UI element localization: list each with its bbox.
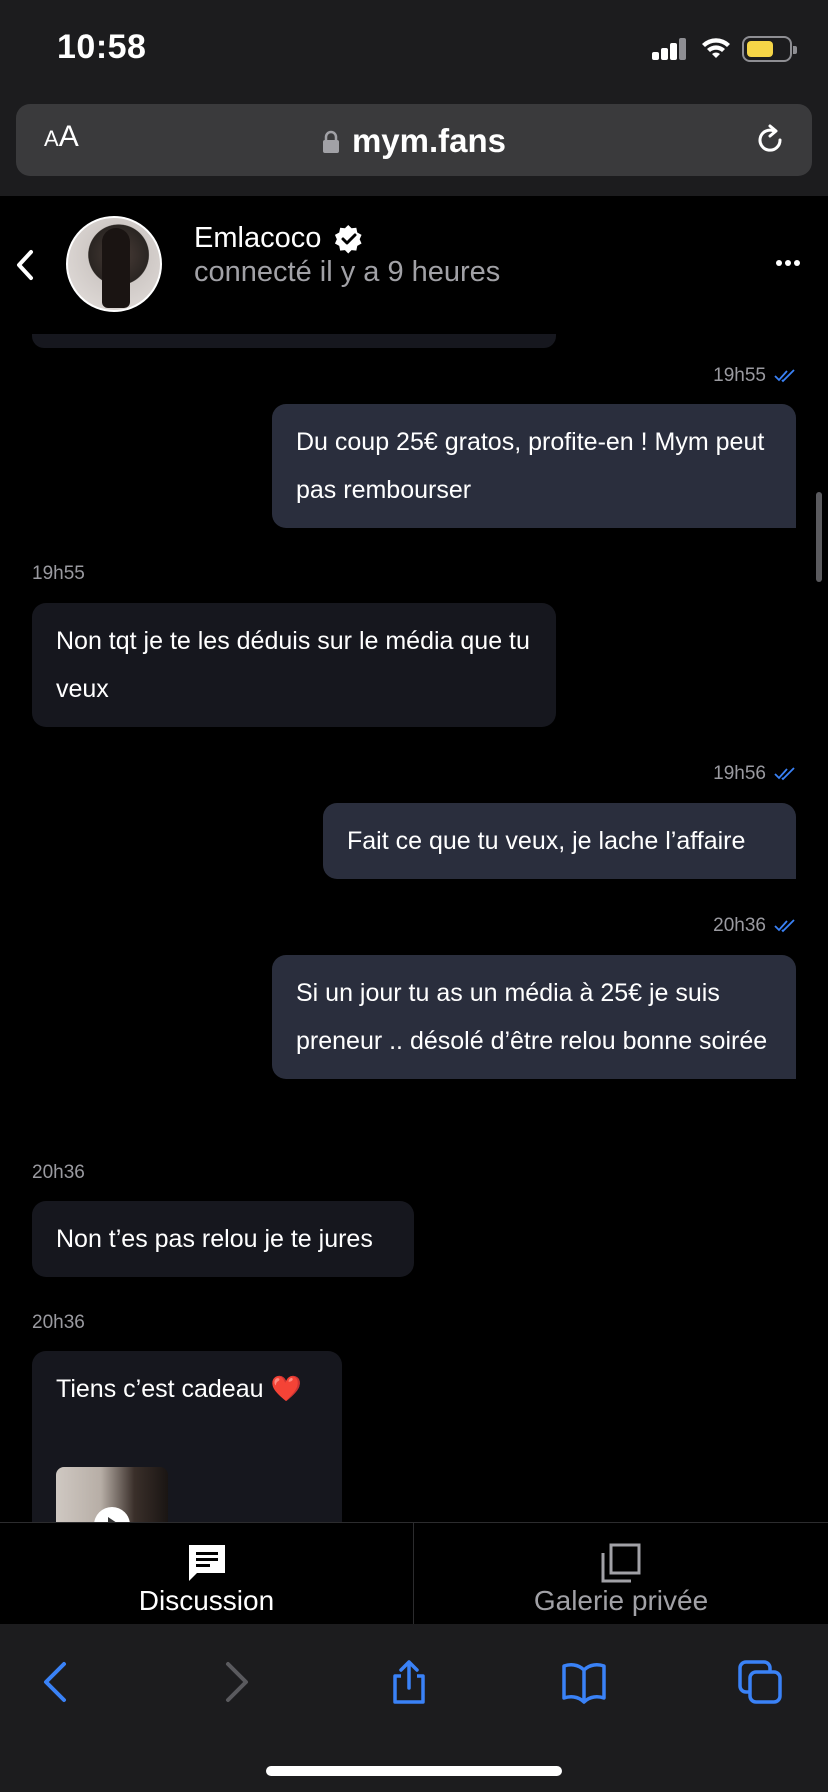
verified-icon xyxy=(334,224,362,254)
forward-icon[interactable] xyxy=(210,1658,258,1706)
previous-message-bubble xyxy=(32,334,556,348)
tab-label: Galerie privée xyxy=(533,1585,709,1616)
message-timestamp: 20h36 xyxy=(32,1312,85,1333)
message-timestamp: 20h36 xyxy=(32,1162,85,1183)
play-icon[interactable] xyxy=(94,1507,130,1522)
wifi-icon xyxy=(702,38,730,58)
message-text: Si un jour tu as un média à 25€ je suis … xyxy=(296,979,768,1055)
media-thumbnail[interactable] xyxy=(56,1467,168,1522)
contact-name[interactable]: Emlacoco xyxy=(194,222,321,255)
back-arrow-icon[interactable] xyxy=(14,248,36,282)
more-icon[interactable] xyxy=(776,260,800,268)
message-bubble[interactable]: Tiens c’est cadeau ❤️ xyxy=(32,1351,342,1522)
chat-messages[interactable]: 19h55 Du coup 25€ gratos, profite-en ! M… xyxy=(0,334,828,1522)
double-check-icon xyxy=(774,369,795,383)
tabs-icon[interactable] xyxy=(736,1658,784,1706)
chat-tab-bar: Discussion Galerie privée xyxy=(0,1522,828,1625)
home-indicator xyxy=(266,1766,562,1776)
message-text: Non t’es pas relou je te jures xyxy=(56,1225,373,1253)
contact-status: connecté il y a 9 heures xyxy=(194,256,501,288)
double-check-icon xyxy=(774,767,795,781)
avatar[interactable] xyxy=(66,216,162,312)
share-icon[interactable] xyxy=(385,1658,433,1706)
chat-header: Emlacoco connecté il y a 9 heures xyxy=(0,196,828,334)
reload-icon[interactable] xyxy=(752,122,788,158)
message-text: Tiens c’est cadeau ❤️ xyxy=(56,1375,302,1403)
tab-label: Discussion xyxy=(138,1585,275,1616)
message-bubble[interactable]: Du coup 25€ gratos, profite-en ! Mym peu… xyxy=(272,404,796,528)
message-text: Fait ce que tu veux, je lache l’affaire xyxy=(347,827,746,855)
browser-toolbar xyxy=(0,1624,828,1792)
bookmarks-icon[interactable] xyxy=(560,1658,608,1706)
message-timestamp: 20h36 xyxy=(713,915,796,937)
chat-icon xyxy=(188,1545,225,1581)
message-timestamp: 19h55 xyxy=(32,563,85,584)
tab-private-gallery[interactable]: Galerie privée xyxy=(414,1523,828,1625)
message-bubble[interactable]: Si un jour tu as un média à 25€ je suis … xyxy=(272,955,796,1079)
signal-icon xyxy=(652,38,688,60)
status-bar: 10:58 xyxy=(0,0,828,98)
url-text[interactable]: mym.fans xyxy=(16,122,812,160)
message-bubble[interactable]: Non tqt je te les déduis sur le média qu… xyxy=(32,603,556,727)
address-bar[interactable]: AA mym.fans xyxy=(16,104,812,176)
message-bubble[interactable]: Fait ce que tu veux, je lache l’affaire xyxy=(323,803,796,879)
gallery-icon xyxy=(601,1543,641,1583)
back-icon[interactable] xyxy=(34,1658,82,1706)
double-check-icon xyxy=(774,919,795,933)
status-time: 10:58 xyxy=(57,28,147,66)
message-timestamp: 19h55 xyxy=(713,365,796,387)
message-text: Non tqt je te les déduis sur le média qu… xyxy=(56,627,530,703)
tab-discussion[interactable]: Discussion xyxy=(0,1523,414,1625)
battery-icon xyxy=(742,36,797,62)
scrollbar[interactable] xyxy=(816,492,822,582)
message-timestamp: 19h56 xyxy=(713,763,796,785)
message-bubble[interactable]: Non t’es pas relou je te jures xyxy=(32,1201,414,1277)
browser-address-area: AA mym.fans xyxy=(0,98,828,196)
message-text: Du coup 25€ gratos, profite-en ! Mym peu… xyxy=(296,428,765,504)
